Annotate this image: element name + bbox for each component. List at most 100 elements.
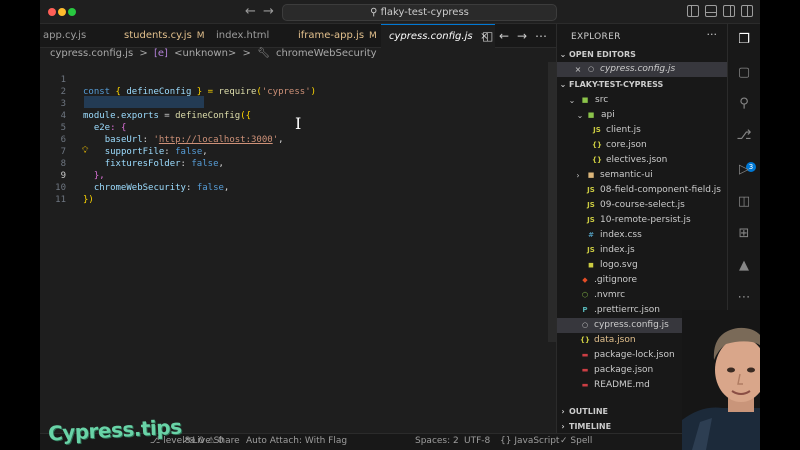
editor-tabs: app.cy.js students.cy.js M index.html ifr… bbox=[40, 24, 556, 48]
chat-icon[interactable]: ▢ bbox=[736, 65, 752, 81]
npm-file-icon: ▬ bbox=[581, 351, 589, 359]
status-spell[interactable]: ✓ Spell bbox=[560, 436, 592, 446]
tab-app-cy[interactable]: app.cy.js bbox=[43, 24, 86, 48]
svg-file-icon: ◼ bbox=[588, 261, 594, 269]
vscode-window: ← → ⚲ flaky-test-cypress app.cy.js stude… bbox=[40, 0, 760, 450]
braces-icon: {} bbox=[500, 436, 512, 446]
status-live-share[interactable]: ↗ Live Share bbox=[182, 436, 240, 446]
breadcrumb-file[interactable]: cypress.config.js bbox=[50, 48, 133, 59]
back-arrow-icon[interactable]: ← bbox=[245, 4, 256, 19]
tab-index-html[interactable]: index.html bbox=[216, 24, 269, 48]
tab-cypress-config[interactable]: cypress.config.js × bbox=[381, 24, 495, 48]
run-debug-icon[interactable]: ▷ bbox=[736, 162, 752, 178]
file-label: cypress.config.js bbox=[594, 320, 669, 330]
tab-label: students.cy.js bbox=[124, 30, 192, 41]
chevron-right-icon: › bbox=[561, 407, 565, 416]
close-icon[interactable]: × bbox=[573, 62, 583, 77]
extensions-icon[interactable]: ⊞ bbox=[736, 226, 752, 242]
search-icon[interactable]: ⚲ bbox=[736, 96, 752, 112]
tree-item-semantic-ui[interactable]: › ■ semantic-ui bbox=[557, 168, 728, 183]
tree-item-nvmrc[interactable]: ⬡ .nvmrc bbox=[557, 288, 728, 303]
tree-item-index-js[interactable]: JS index.js bbox=[557, 243, 728, 258]
code-line: 11 bbox=[40, 182, 556, 205]
tab-label: index.html bbox=[216, 30, 270, 41]
customize-layout-icon[interactable] bbox=[741, 5, 753, 17]
lightbulb-icon[interactable]: 💡︎ bbox=[82, 146, 88, 156]
video-letterbox-left bbox=[0, 0, 40, 450]
file-label: 08-field-component-field.js bbox=[600, 185, 721, 195]
file-label: client.js bbox=[606, 125, 641, 135]
file-label: index.js bbox=[600, 245, 635, 255]
forward-arrow-icon[interactable]: → bbox=[263, 4, 274, 19]
breadcrumb-separator: > bbox=[139, 48, 148, 59]
toggle-secondary-sidebar-icon[interactable] bbox=[723, 5, 735, 17]
tree-item-core-json[interactable]: {} core.json bbox=[557, 138, 728, 153]
file-label: .gitignore bbox=[594, 275, 638, 285]
wrench-icon: 🔧︎ bbox=[257, 48, 270, 59]
open-editor-item[interactable]: × ○ cypress.config.js bbox=[557, 62, 728, 77]
status-encoding[interactable]: UTF-8 bbox=[464, 436, 490, 446]
tree-item-index-css[interactable]: # index.css bbox=[557, 228, 728, 243]
open-editors-section[interactable]: ⌄ OPEN EDITORS bbox=[557, 48, 728, 62]
section-label: TIMELINE bbox=[569, 422, 612, 431]
source-control-icon[interactable]: ⎇ bbox=[736, 128, 752, 144]
breadcrumb-symbol[interactable]: <unknown> bbox=[174, 48, 236, 59]
more-actions-icon[interactable]: ⋯ bbox=[535, 29, 547, 43]
tree-item-logo-svg[interactable]: ◼ logo.svg bbox=[557, 258, 728, 273]
more-icon[interactable]: ⋯ bbox=[736, 290, 752, 306]
tree-item-client-js[interactable]: JS client.js bbox=[557, 123, 728, 138]
status-auto-attach[interactable]: Auto Attach: With Flag bbox=[246, 436, 347, 446]
go-back-icon[interactable]: ← bbox=[499, 29, 509, 43]
status-language[interactable]: {} JavaScript bbox=[500, 436, 559, 446]
chevron-down-icon: ⌄ bbox=[559, 50, 567, 59]
file-label: 10-remote-persist.js bbox=[600, 215, 691, 225]
toggle-panel-icon[interactable] bbox=[705, 5, 717, 17]
code-line: 10 }) bbox=[40, 170, 556, 205]
file-label: data.json bbox=[594, 335, 636, 345]
file-label: package.json bbox=[594, 365, 654, 375]
status-indentation[interactable]: Spaces: 2 bbox=[415, 436, 459, 446]
tree-item-gitignore[interactable]: ◆ .gitignore bbox=[557, 273, 728, 288]
explorer-files-icon[interactable]: ❐ bbox=[736, 32, 752, 48]
tree-item-api[interactable]: ⌄ ■ api bbox=[557, 108, 728, 123]
tree-item-electives-json[interactable]: {} electives.json bbox=[557, 153, 728, 168]
command-center-search[interactable]: ⚲ flaky-test-cypress bbox=[282, 4, 557, 21]
tree-item-src[interactable]: ⌄ ■ src bbox=[557, 93, 728, 108]
tree-item-08-field[interactable]: JS 08-field-component-field.js bbox=[557, 183, 728, 198]
javascript-file-icon: JS bbox=[587, 186, 595, 194]
code-line: 3 module.exports = defineConfig({ bbox=[40, 86, 556, 121]
go-forward-icon[interactable]: → bbox=[517, 29, 527, 43]
tree-item-09-course[interactable]: JS 09-course-select.js bbox=[557, 198, 728, 213]
language-label: JavaScript bbox=[514, 436, 560, 446]
minimize-window-button[interactable] bbox=[58, 8, 66, 16]
spell-label: Spell bbox=[570, 436, 593, 446]
code-line: 9 chromeWebSecurity: false, bbox=[40, 158, 556, 193]
close-window-button[interactable] bbox=[48, 8, 56, 16]
toggle-primary-sidebar-icon[interactable] bbox=[687, 5, 699, 17]
file-label: cypress.config.js bbox=[600, 64, 676, 74]
file-label: src bbox=[595, 95, 609, 105]
breadcrumb-separator: > bbox=[242, 48, 251, 59]
project-section[interactable]: ⌄ FLAKY-TEST-CYPRESS bbox=[557, 78, 728, 92]
split-editor-icon[interactable]: ◫ bbox=[482, 29, 493, 43]
file-label: .prettierrc.json bbox=[594, 305, 660, 315]
tab-students-cy[interactable]: students.cy.js M bbox=[124, 24, 205, 48]
remote-explorer-icon[interactable]: ◫ bbox=[736, 194, 752, 210]
tab-label: iframe-app.js bbox=[298, 30, 365, 41]
section-label: FLAKY-TEST-CYPRESS bbox=[569, 80, 664, 89]
json-file-icon: {} bbox=[592, 141, 602, 149]
file-label: api bbox=[601, 110, 615, 120]
node-file-icon: ⬡ bbox=[581, 291, 589, 299]
tab-iframe-app[interactable]: iframe-app.js M bbox=[298, 24, 377, 48]
file-label: 09-course-select.js bbox=[600, 200, 685, 210]
maximize-window-button[interactable] bbox=[68, 8, 76, 16]
breadcrumb-symbol[interactable]: chromeWebSecurity bbox=[276, 48, 377, 59]
breadcrumb: cypress.config.js > [e] <unknown> > 🔧︎ c… bbox=[50, 48, 380, 62]
search-icon: ⚲ bbox=[370, 7, 378, 18]
more-icon[interactable]: ··· bbox=[707, 28, 718, 41]
tree-item-10-remote[interactable]: JS 10-remote-persist.js bbox=[557, 213, 728, 228]
chevron-right-icon: › bbox=[561, 422, 565, 431]
code-line: 2 bbox=[40, 74, 556, 97]
javascript-file-icon: JS bbox=[587, 201, 595, 209]
testing-flask-icon[interactable]: ▲ bbox=[736, 258, 752, 274]
